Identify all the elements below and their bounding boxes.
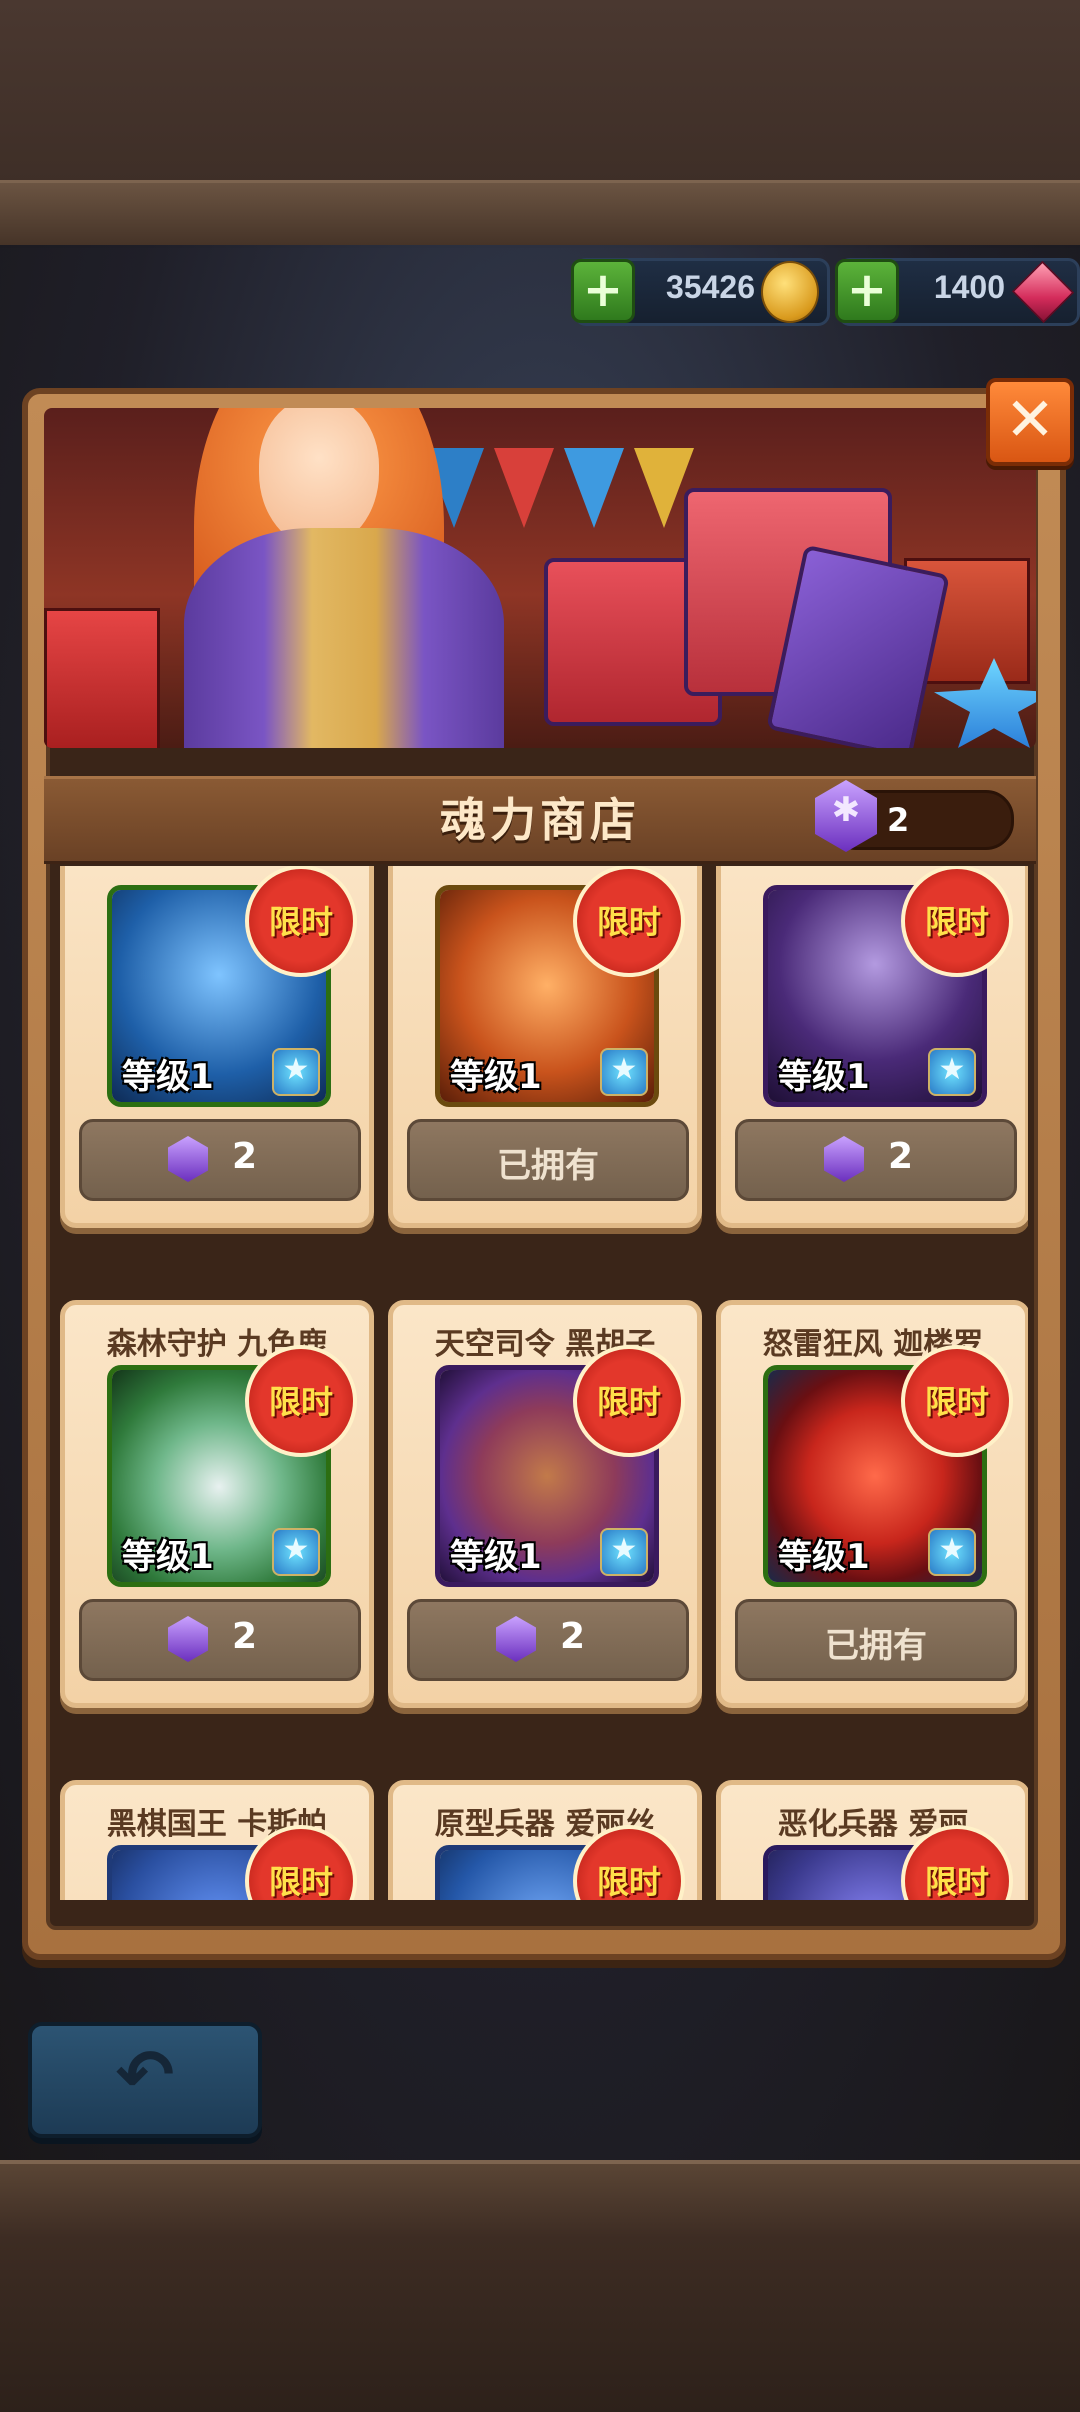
soul-power-icon xyxy=(824,1136,864,1182)
owned-label: 已拥有 xyxy=(825,1626,927,1666)
back-arrow-icon: ↶ xyxy=(115,2034,175,2116)
buy-button[interactable]: 2 xyxy=(79,1599,361,1681)
close-icon: ✕ xyxy=(1004,385,1056,455)
buy-button[interactable]: 2 xyxy=(79,1119,361,1201)
bunting-flag xyxy=(494,448,554,528)
price-value: 2 xyxy=(888,1136,914,1177)
gold-coin-icon xyxy=(761,261,819,323)
owned-button: 已拥有 xyxy=(407,1119,689,1201)
close-button[interactable]: ✕ xyxy=(986,378,1074,466)
star-rank-icon xyxy=(600,1048,648,1096)
shopkeeper-body xyxy=(184,528,504,748)
bottom-frame xyxy=(0,2160,1080,2412)
hero-level: 等级1 xyxy=(450,1537,542,1577)
gem-currency-bar: + 1400 xyxy=(835,258,1080,326)
owned-button: 已拥有 xyxy=(735,1599,1017,1681)
shop-item-card[interactable]: 怒雷狂风 迦楼罗 等级1 限时 已拥有 xyxy=(716,1300,1028,1708)
top-frame-rail xyxy=(0,180,1080,248)
shop-item-card[interactable]: 等级1 限时 2 xyxy=(716,866,1028,1228)
hero-level: 等级1 xyxy=(122,1537,214,1577)
shop-item-card[interactable]: 等级1 限时 2 xyxy=(60,866,374,1228)
gold-currency-bar: + 35426 xyxy=(571,258,830,326)
buy-button[interactable]: 2 xyxy=(407,1599,689,1681)
add-gold-icon[interactable]: + xyxy=(571,259,635,323)
price-value: 2 xyxy=(232,1136,258,1177)
shop-item-card[interactable]: 黑棋国王 卡斯帕 限时 xyxy=(60,1780,374,1900)
limited-time-badge: 限时 xyxy=(573,1345,685,1457)
limited-time-badge: 限时 xyxy=(573,866,685,977)
limited-time-badge: 限时 xyxy=(245,866,357,977)
star-rank-icon xyxy=(272,1528,320,1576)
limited-time-badge: 限时 xyxy=(901,866,1013,977)
shop-item-card[interactable]: 天空司令 黑胡子 等级1 限时 2 xyxy=(388,1300,702,1708)
hero-level: 等级1 xyxy=(450,1057,542,1097)
shop-item-card[interactable]: 等级1 限时 已拥有 xyxy=(388,866,702,1228)
owned-label: 已拥有 xyxy=(497,1146,599,1186)
buy-button[interactable]: 2 xyxy=(735,1119,1017,1201)
price-value: 2 xyxy=(232,1616,258,1657)
shop-banner xyxy=(44,408,1036,748)
add-gem-icon[interactable]: + xyxy=(835,259,899,323)
bunting-flag xyxy=(564,448,624,528)
shop-item-card[interactable]: 恶化兵器 爱丽 限时 xyxy=(716,1780,1028,1900)
hero-level: 等级1 xyxy=(122,1057,214,1097)
star-rank-icon xyxy=(928,1048,976,1096)
gold-amount: 35426 xyxy=(666,269,755,305)
gift-box xyxy=(44,608,160,748)
star-rank-icon xyxy=(928,1528,976,1576)
hero-level: 等级1 xyxy=(778,1537,870,1577)
shop-item-card[interactable]: 原型兵器 爱丽丝 限时 xyxy=(388,1780,702,1900)
soul-power-amount: 2 xyxy=(887,801,910,839)
star-rank-icon xyxy=(600,1528,648,1576)
soul-power-icon xyxy=(496,1616,536,1662)
gem-amount: 1400 xyxy=(933,269,1005,305)
price-value: 2 xyxy=(560,1616,586,1657)
limited-time-badge: 限时 xyxy=(901,1345,1013,1457)
shop-item-grid[interactable]: 等级1 限时 2 等级1 限时 已拥有 等级1 限时 2 xyxy=(52,866,1028,1900)
limited-time-badge: 限时 xyxy=(245,1345,357,1457)
back-button[interactable]: ↶ xyxy=(28,2022,262,2138)
soul-power-icon xyxy=(168,1616,208,1662)
red-gem-icon xyxy=(1011,260,1075,324)
star-rank-icon xyxy=(272,1048,320,1096)
shop-item-card[interactable]: 森林守护 九色鹿 等级1 限时 2 xyxy=(60,1300,374,1708)
soul-power-icon xyxy=(168,1136,208,1182)
hero-level: 等级1 xyxy=(778,1057,870,1097)
